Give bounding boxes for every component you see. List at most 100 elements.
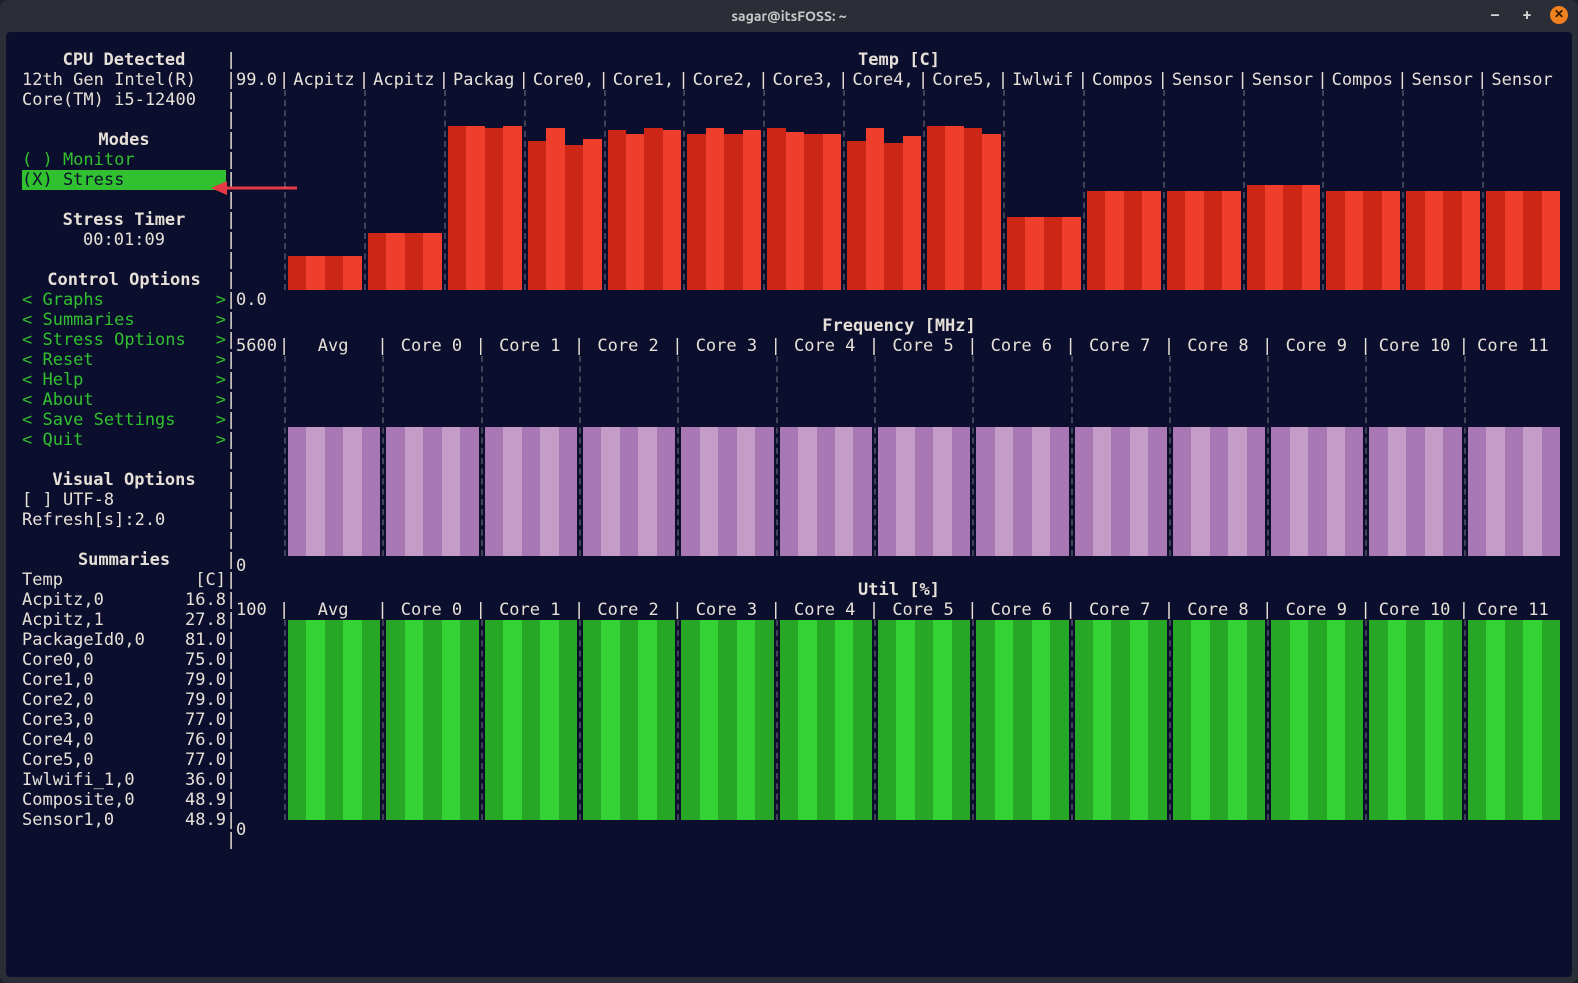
bar (1486, 191, 1504, 290)
titlebar[interactable]: sagar@itsFOSS: ~ – + ✕ (0, 0, 1578, 32)
chart-col-label: |Iwlwif (1003, 70, 1083, 90)
control-option-save-settings[interactable]: < Save Settings> (22, 410, 226, 430)
cpu-detected-line1: 12th Gen Intel(R) (22, 70, 226, 90)
bar (460, 427, 478, 556)
control-option-quit[interactable]: < Quit> (22, 430, 226, 450)
bar (755, 427, 773, 556)
summaries-heading: Summaries (22, 550, 226, 570)
bar (1290, 620, 1308, 820)
util-y-top: 100 (236, 600, 284, 620)
chart-col-bars (1322, 90, 1402, 290)
chart-col-label: |Core2, (683, 70, 763, 90)
bar (423, 620, 441, 820)
bar (1363, 191, 1381, 290)
mode-monitor[interactable]: ( ) Monitor (22, 150, 226, 170)
bar (442, 427, 460, 556)
chart-col-bars (874, 620, 972, 820)
chart-col-bars (1163, 90, 1243, 290)
bar (601, 620, 619, 820)
bar (583, 620, 601, 820)
bar (724, 134, 742, 290)
bar (503, 620, 521, 820)
chart-col-bars (1267, 620, 1365, 820)
chart-col-label: |Core 11 (1464, 336, 1562, 356)
utf8-toggle[interactable]: [ ] UTF-8 (22, 490, 226, 510)
bar (915, 427, 933, 556)
control-option-graphs[interactable]: < Graphs> (22, 290, 226, 310)
control-option-about[interactable]: < About> (22, 390, 226, 410)
bar (448, 126, 466, 290)
bar (503, 126, 521, 290)
control-options-list: < Graphs>< Summaries>< Stress Options>< … (22, 290, 226, 450)
bar (1124, 191, 1142, 290)
minimize-button[interactable]: – (1486, 6, 1504, 24)
bar (565, 145, 583, 290)
bar (1111, 620, 1129, 820)
bar (1486, 427, 1504, 556)
bar (1308, 620, 1326, 820)
control-option-reset[interactable]: < Reset> (22, 350, 226, 370)
bar (1271, 427, 1289, 556)
refresh-setting[interactable]: Refresh[s]:2.0 (22, 510, 226, 530)
bar (362, 620, 380, 820)
bar (767, 128, 785, 290)
bar (835, 620, 853, 820)
temp-y-top: 99.0 (236, 70, 284, 90)
bar (386, 233, 404, 290)
chart-col-label: |Sensor (1482, 70, 1562, 90)
bar (663, 130, 681, 290)
freq-y-axis-spacer (236, 356, 284, 556)
chart-col-bars (284, 620, 382, 820)
bar (1013, 427, 1031, 556)
bar (884, 143, 902, 290)
bar (1523, 620, 1541, 820)
close-button[interactable]: ✕ (1550, 6, 1568, 24)
bar (343, 427, 361, 556)
summary-row: Core0,075.0 (22, 650, 226, 670)
bar (325, 256, 343, 290)
control-option-help[interactable]: < Help> (22, 370, 226, 390)
bar (1210, 620, 1228, 820)
bar (798, 620, 816, 820)
chart-col-bars (763, 90, 843, 290)
chart-col-label: |Core0, (524, 70, 604, 90)
bar (1345, 427, 1363, 556)
chart-col-bars (683, 90, 763, 290)
chart-col-label: |Core 8 (1169, 336, 1267, 356)
bar (903, 136, 921, 290)
chart-col-bars (1402, 90, 1482, 290)
maximize-button[interactable]: + (1518, 6, 1536, 24)
chart-col-label: |Core4, (843, 70, 923, 90)
bar (362, 427, 380, 556)
control-option-stress-options[interactable]: < Stress Options> (22, 330, 226, 350)
bar (644, 128, 662, 290)
chart-col-label: |Core 7 (1071, 600, 1169, 620)
chart-col-bars (1464, 356, 1562, 556)
bar (1247, 620, 1265, 820)
bar (681, 620, 699, 820)
chart-col-bars (1169, 620, 1267, 820)
util-chart-labels: |Avg|Core 0|Core 1|Core 2|Core 3|Core 4|… (284, 600, 1562, 620)
bar (780, 427, 798, 556)
chart-col-bars (874, 356, 972, 556)
modes-heading: Modes (22, 130, 226, 150)
freq-chart-bars (284, 356, 1562, 556)
bar (1032, 427, 1050, 556)
bar (522, 427, 540, 556)
bar (559, 427, 577, 556)
bar (878, 620, 896, 820)
bar (798, 427, 816, 556)
bar (405, 233, 423, 290)
chart-col-label: |Acpitz (364, 70, 444, 90)
freq-chart-title: Frequency [MHz] (236, 316, 1562, 336)
bar (1542, 620, 1560, 820)
chart-col-label: |Core 0 (382, 336, 480, 356)
mode-stress[interactable]: (X) Stress (22, 170, 226, 190)
control-option-summaries[interactable]: < Summaries> (22, 310, 226, 330)
chart-col-bars (972, 356, 1070, 556)
chart-col-label: |Core 5 (874, 600, 972, 620)
control-options-heading: Control Options (22, 270, 226, 290)
terminal-body[interactable]: CPU Detected 12th Gen Intel(R) Core(TM) … (6, 32, 1572, 977)
bar (1388, 427, 1406, 556)
bar (786, 132, 804, 290)
